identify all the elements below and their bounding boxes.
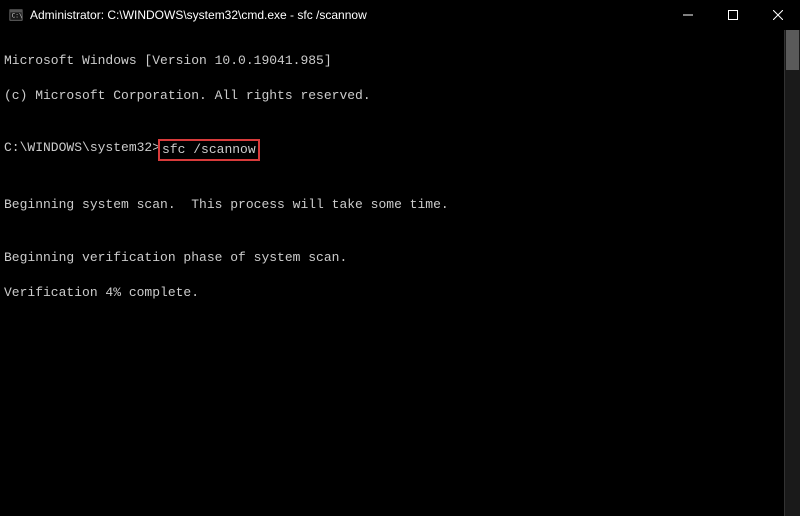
verification-progress-line: Verification 4% complete. (4, 284, 780, 302)
window-title: Administrator: C:\WINDOWS\system32\cmd.e… (30, 8, 665, 22)
scrollbar-thumb[interactable] (786, 30, 799, 70)
titlebar[interactable]: C:\ Administrator: C:\WINDOWS\system32\c… (0, 0, 800, 30)
cmd-window: C:\ Administrator: C:\WINDOWS\system32\c… (0, 0, 800, 516)
version-line: Microsoft Windows [Version 10.0.19041.98… (4, 52, 780, 70)
close-button[interactable] (755, 0, 800, 30)
minimize-icon (683, 10, 693, 20)
vertical-scrollbar[interactable] (784, 30, 800, 516)
maximize-icon (728, 10, 738, 20)
command-text: sfc /scannow (162, 142, 256, 157)
command-highlight: sfc /scannow (158, 139, 260, 161)
cmd-icon: C:\ (8, 7, 24, 23)
svg-text:C:\: C:\ (12, 12, 23, 19)
maximize-button[interactable] (710, 0, 755, 30)
copyright-line: (c) Microsoft Corporation. All rights re… (4, 87, 780, 105)
scan-begin-line: Beginning system scan. This process will… (4, 196, 780, 214)
verification-phase-line: Beginning verification phase of system s… (4, 249, 780, 267)
terminal-body: Microsoft Windows [Version 10.0.19041.98… (0, 30, 800, 516)
prompt-line: C:\WINDOWS\system32>sfc /scannow (4, 139, 780, 161)
close-icon (773, 10, 783, 20)
terminal-output[interactable]: Microsoft Windows [Version 10.0.19041.98… (0, 30, 784, 516)
window-controls (665, 0, 800, 29)
minimize-button[interactable] (665, 0, 710, 30)
prompt-text: C:\WINDOWS\system32> (4, 139, 160, 161)
